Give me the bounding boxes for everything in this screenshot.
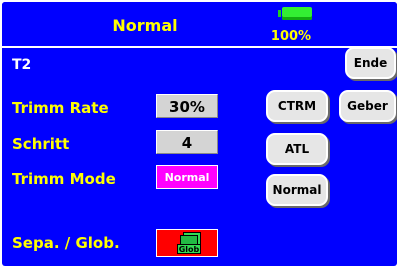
trimm-mode-label: Trimm Mode [12,170,116,188]
battery-fill [282,7,312,20]
geber-button[interactable]: Geber [339,90,396,122]
battery-nub [278,10,281,17]
header-bar: Normal 100% [2,2,397,46]
normal-button[interactable]: Normal [266,174,328,206]
header-divider [2,46,397,48]
glob-toggle-button[interactable]: Glob [156,229,218,257]
ende-button[interactable]: Ende [345,47,396,79]
trimm-rate-label: Trimm Rate [12,99,109,117]
page-title: Normal [112,16,178,35]
glob-icon-label: Glob [177,244,201,254]
battery-percent: 100% [270,29,312,44]
model-name: T2 [12,57,32,73]
trimm-rate-value[interactable]: 30% [156,94,218,118]
trimm-mode-value[interactable]: Normal [156,165,218,189]
transmitter-screen: Normal 100% T2 Trimm Rate 30% Schritt 4 … [2,2,397,266]
atl-button[interactable]: ATL [266,133,328,165]
schritt-label: Schritt [12,135,70,153]
glob-pages-icon: Glob [177,232,201,254]
sepa-glob-label: Sepa. / Glob. [12,234,120,252]
schritt-value[interactable]: 4 [156,130,218,154]
ctrm-button[interactable]: CTRM [266,90,328,122]
battery-icon [278,7,314,20]
